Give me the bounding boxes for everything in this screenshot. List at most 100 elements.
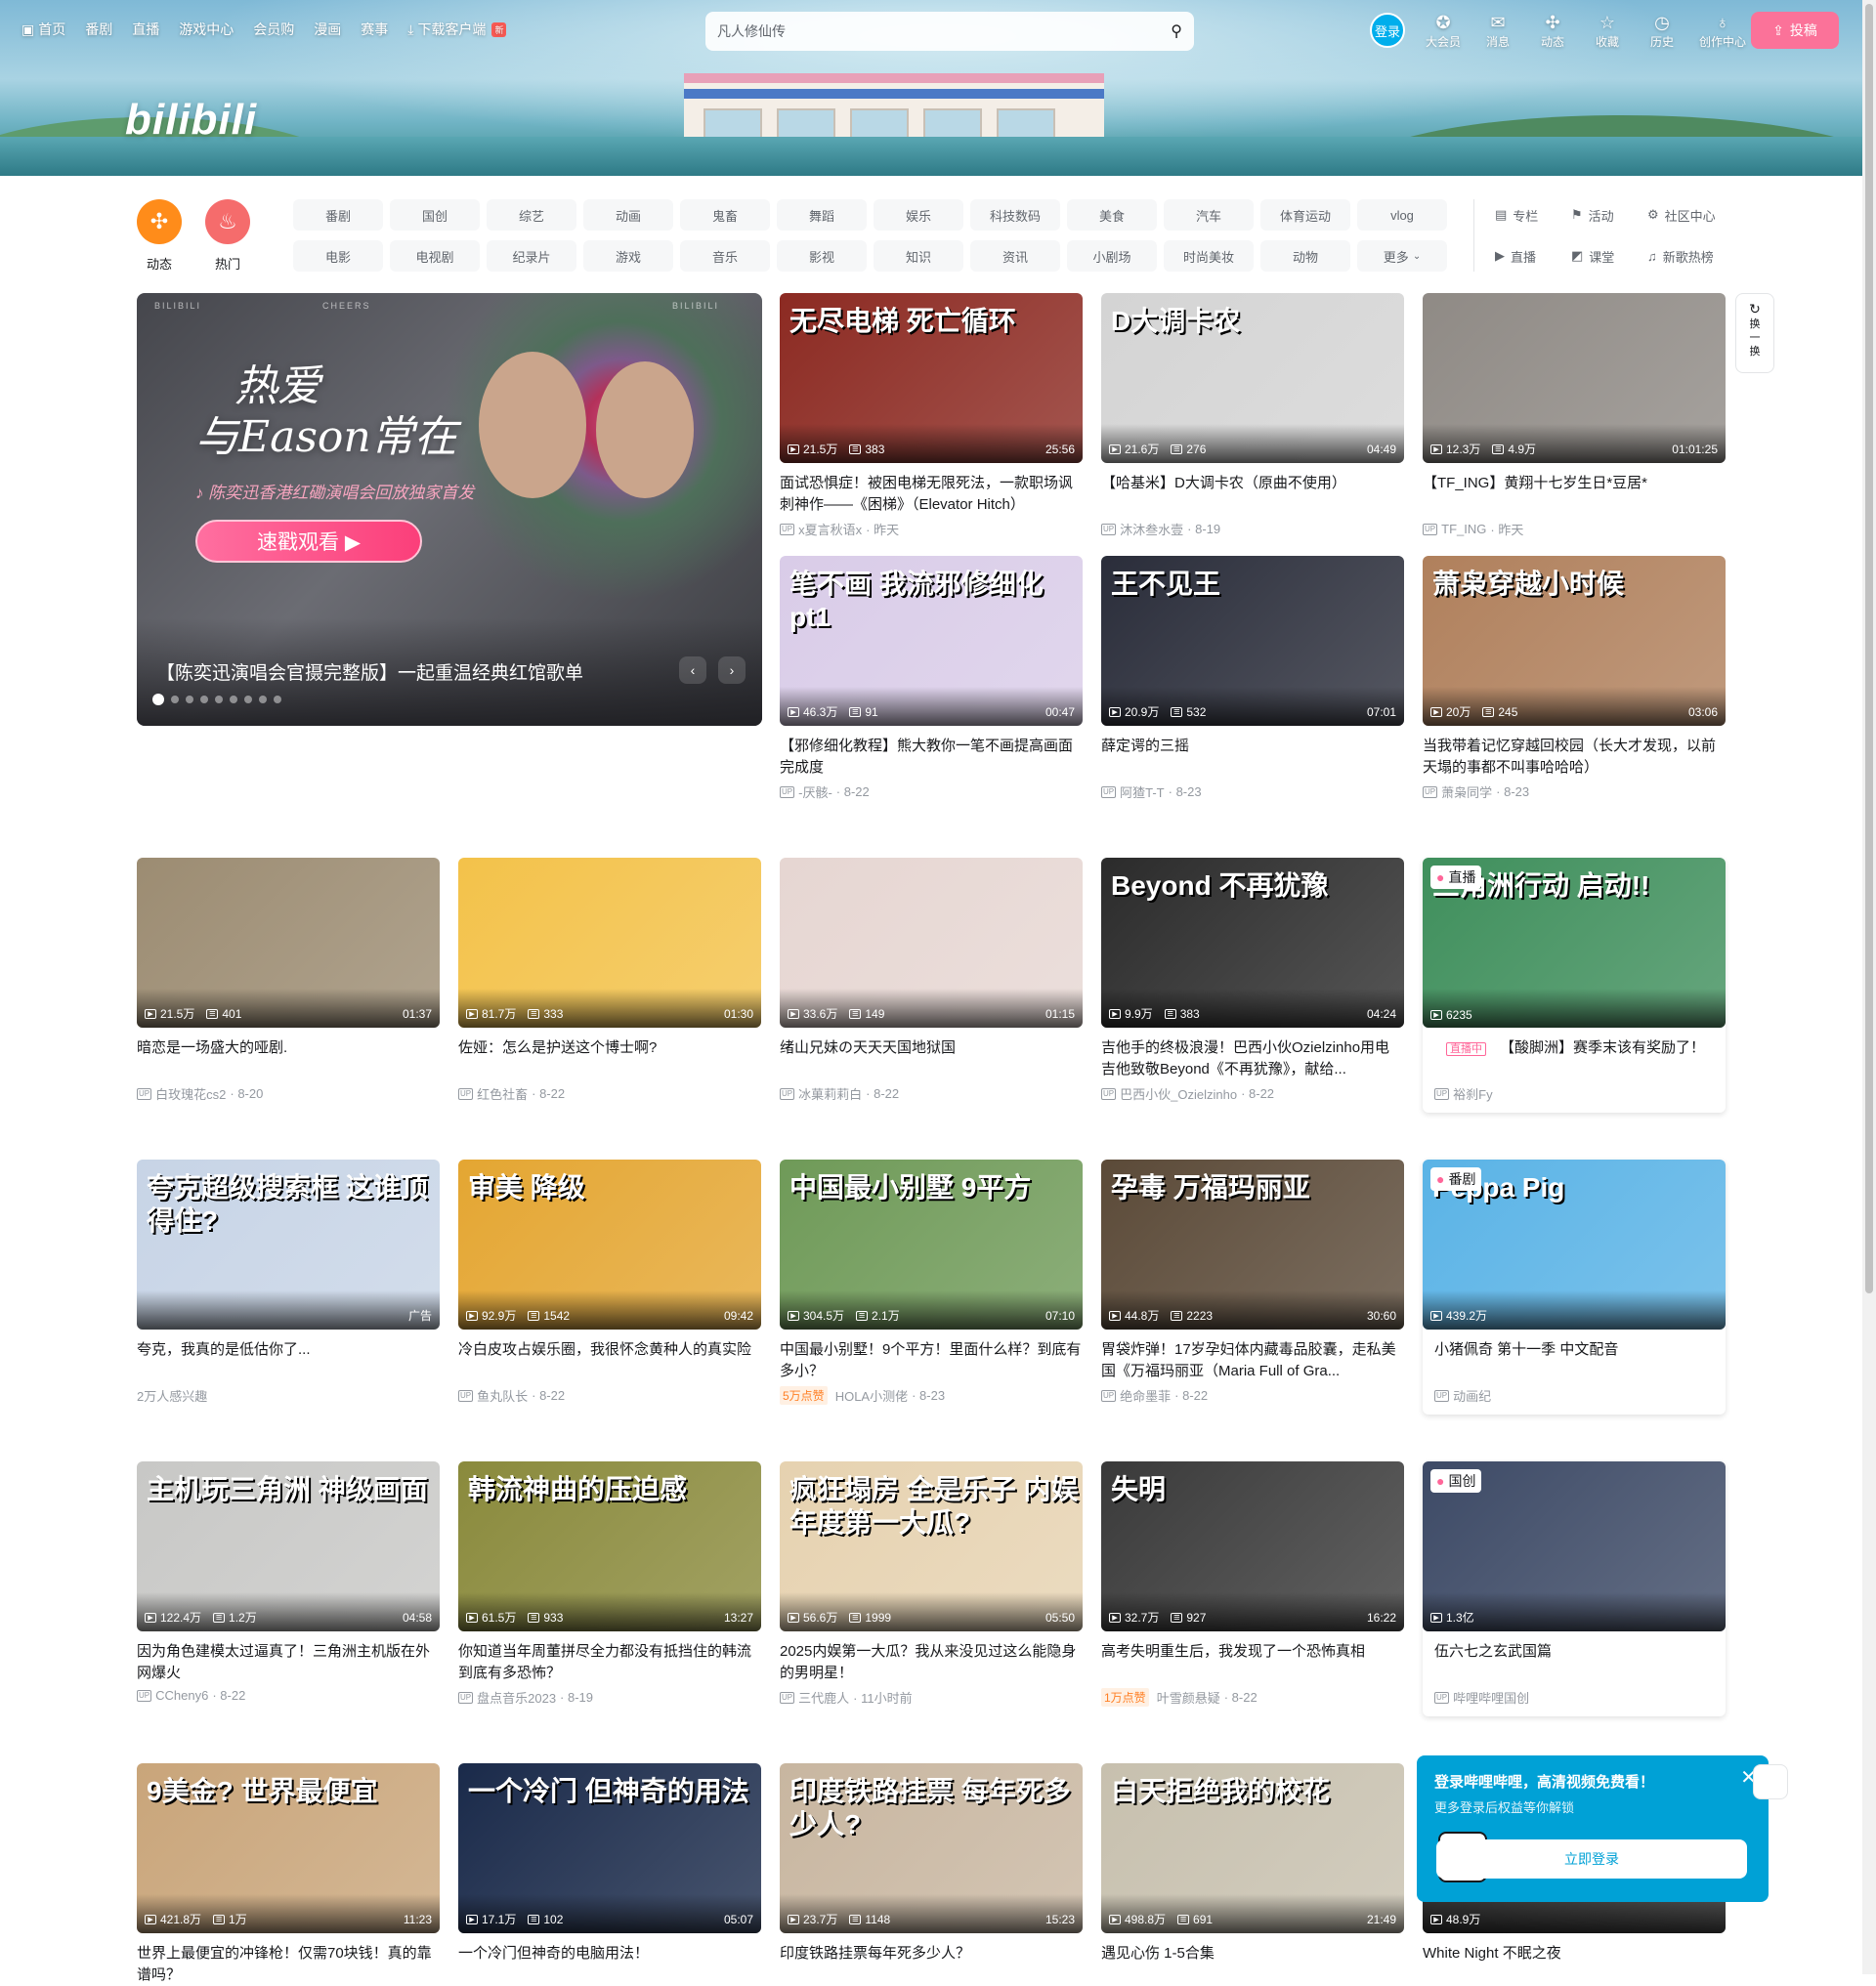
carousel-dot[interactable] (200, 696, 208, 703)
tag-tech[interactable]: 科技数码 (970, 199, 1060, 231)
uploader-name[interactable]: 萧枭同学 (1441, 782, 1492, 801)
carousel-dot[interactable] (152, 694, 164, 705)
tag-food[interactable]: 美食 (1067, 199, 1157, 231)
nav-download[interactable]: ⤓ 下载客户端新 (407, 20, 507, 39)
nav-vip[interactable]: ✪ 大会员 (1423, 12, 1464, 50)
video-card[interactable]: 疯狂塌房 全是乐子 内娱年度第一大瓜? ▸ 56.6万 ≡ 1999 05:50 2025内… (780, 1461, 1083, 1707)
video-title[interactable]: 吉他手的终极浪漫！巴西小伙Ozielzinho用电吉他致敬Beyond《不再犹豫… (1101, 1037, 1404, 1080)
popup-login-button[interactable]: 立即登录 (1436, 1839, 1747, 1879)
uploader-info[interactable]: 1万点赞 叶雪颜悬疑 · 8-22 (1101, 1688, 1404, 1707)
uploader-info[interactable]: UP 巴西小伙_Ozielzinho · 8-22 (1101, 1084, 1404, 1103)
tag-short-drama[interactable]: 小剧场 (1067, 240, 1157, 272)
search-input[interactable] (717, 23, 1172, 39)
uploader-name[interactable]: 白玫瑰花cs2 (155, 1084, 226, 1103)
video-title[interactable]: 印度铁路挂票每年死多少人？ (780, 1943, 1083, 1986)
tag-car[interactable]: 汽车 (1164, 199, 1254, 231)
uploader-name[interactable]: TF_ING (1441, 522, 1486, 536)
tag-movie[interactable]: 电影 (293, 240, 383, 272)
uploader-info[interactable]: UP 鱼丸队长 · 8-22 (458, 1386, 761, 1405)
video-title[interactable]: 绪山兄妹の天天天国地狱国 (780, 1037, 1083, 1080)
nav-esports[interactable]: 赛事 (361, 20, 388, 39)
nav-messages[interactable]: ✉ 消息 (1477, 12, 1518, 50)
nav-history[interactable]: ◷ 历史 (1642, 12, 1683, 50)
tag-variety[interactable]: 综艺 (487, 199, 576, 231)
video-title[interactable]: 直播中 【酸脚洲】赛季末该有奖励了！ (1423, 1037, 1726, 1080)
video-thumbnail[interactable]: ▸ 21.5万 ≡ 401 01:37 (137, 858, 440, 1028)
scrollbar[interactable] (1862, 0, 1876, 1974)
video-card[interactable]: 三角洲行动 启动!! ● 直播 ▸ 6235 直播中 【酸脚洲】赛季末该有奖励了！ UP 裕刹F… (1423, 858, 1726, 1113)
nav-live[interactable]: 直播 (132, 20, 159, 39)
video-card[interactable]: Peppa Pig ● 番剧 ▸ 439.2万 小猪佩奇 第十一季 中文配音 UP 动画纪 (1423, 1160, 1726, 1415)
tag-knowledge[interactable]: 知识 (874, 240, 963, 272)
nav-dynamics[interactable]: ✣ 动态 (1532, 12, 1573, 50)
link-classroom[interactable]: ◩ 课堂 (1571, 240, 1647, 272)
tag-vlog[interactable]: vlog (1357, 199, 1447, 231)
video-title[interactable]: 当我带着记忆穿越回校园（长大才发现，以前天塌的事都不叫事哈哈哈） (1423, 736, 1726, 779)
video-thumbnail[interactable]: 王不见王 ▸ 20.9万 ≡ 532 07:01 (1101, 556, 1404, 726)
uploader-name[interactable]: 绝命墨菲 (1120, 1386, 1171, 1405)
video-thumbnail[interactable]: 疯狂塌房 全是乐子 内娱年度第一大瓜? ▸ 56.6万 ≡ 1999 05:50 (780, 1461, 1083, 1631)
uploader-name[interactable]: -厌骸- (798, 782, 832, 801)
uploader-name[interactable]: 冰菓莉莉白 (798, 1084, 862, 1103)
video-thumbnail[interactable]: 9美金? 世界最便宜 ▸ 421.8万 ≡ 1万 11:23 (137, 1763, 440, 1933)
video-title[interactable]: 胃袋炸弹！17岁孕妇体内藏毒品胶囊，走私美国《万福玛丽亚（Maria Full … (1101, 1339, 1404, 1382)
nav-creator-center[interactable]: ♁ 创作中心 (1696, 12, 1749, 50)
uploader-name[interactable]: HOLA小测佬 (835, 1386, 908, 1405)
video-thumbnail[interactable]: ▸ 81.7万 ≡ 333 01:30 (458, 858, 761, 1028)
video-card[interactable]: 萧枭穿越小时候 ▸ 20万 ≡ 245 03:06 当我带着记忆穿越回校园（长大才发现，以前… (1423, 556, 1726, 801)
tag-film[interactable]: 影视 (777, 240, 867, 272)
uploader-name[interactable]: 沐沐叁水壹 (1120, 520, 1183, 538)
video-title[interactable]: 你知道当年周董拼尽全力都没有抵挡住的韩流到底有多恐怖？ (458, 1641, 761, 1684)
video-card[interactable]: 笔不画 我流邪修细化pt1 ▸ 46.3万 ≡ 91 00:47 【邪修细化教程】熊大教你一… (780, 556, 1083, 801)
link-live[interactable]: ▶ 直播 (1495, 240, 1571, 272)
video-title[interactable]: White Night 不眠之夜 (1423, 1943, 1726, 1986)
link-community[interactable]: ⚙ 社区中心 (1647, 199, 1724, 231)
uploader-info[interactable]: UP 白玫瑰花cs2 · 8-20 (137, 1084, 440, 1103)
video-thumbnail[interactable]: ▸ 12.3万 ≡ 4.9万 01:01:25 (1423, 293, 1726, 463)
tag-animals[interactable]: 动物 (1260, 240, 1350, 272)
video-thumbnail[interactable]: 印度铁路挂票 每年死多少人? ▸ 23.7万 ≡ 1148 15:23 (780, 1763, 1083, 1933)
uploader-info[interactable]: UP CCheny6 · 8-22 (137, 1688, 440, 1703)
video-card[interactable]: ▸ 81.7万 ≡ 333 01:30 佐娅：怎么是护送这个博士啊? UP 红色社畜 · 8-… (458, 858, 761, 1103)
video-card[interactable]: ▸ 12.3万 ≡ 4.9万 01:01:25 【TF_ING】黄翔十七岁生日*豆居* UP… (1423, 293, 1726, 538)
link-new-songs[interactable]: ♫ 新歌热榜 (1647, 240, 1724, 272)
tag-dance[interactable]: 舞蹈 (777, 199, 867, 231)
tag-game[interactable]: 游戏 (583, 240, 673, 272)
refresh-button[interactable]: ↻ 换一换 (1735, 293, 1774, 373)
uploader-info[interactable]: UP x夏言秋语x · 昨天 (780, 520, 1083, 538)
nav-anime[interactable]: 番剧 (85, 20, 112, 39)
video-thumbnail[interactable]: 一个冷门 但神奇的用法 ▸ 17.1万 ≡ 102 05:07 (458, 1763, 761, 1933)
search-icon[interactable]: ⚲ (1171, 21, 1182, 41)
video-title[interactable]: 【TF_ING】黄翔十七岁生日*豆居* (1423, 473, 1726, 516)
uploader-info[interactable]: UP 盘点音乐2023 · 8-19 (458, 1688, 761, 1707)
link-activity[interactable]: ⚑ 活动 (1571, 199, 1647, 231)
channel-hot[interactable]: ♨ 热门 (205, 199, 250, 273)
tag-bangumi[interactable]: 番剧 (293, 199, 383, 231)
video-title[interactable]: 小猪佩奇 第十一季 中文配音 (1423, 1339, 1726, 1382)
uploader-name[interactable]: CCheny6 (155, 1688, 208, 1703)
video-card[interactable]: D大调卡农 ▸ 21.6万 ≡ 276 04:49 【哈基米】D大调卡农（原曲不使用） UP 沐… (1101, 293, 1404, 538)
uploader-name[interactable]: 2万人感兴趣 (137, 1386, 207, 1405)
video-thumbnail[interactable]: 韩流神曲的压迫感 ▸ 61.5万 ≡ 933 13:27 (458, 1461, 761, 1631)
upload-button[interactable]: ⇪ 投稿 (1751, 12, 1839, 49)
uploader-name[interactable]: x夏言秋语x (798, 520, 862, 538)
video-thumbnail[interactable]: 无尽电梯 死亡循环 ▸ 21.5万 ≡ 383 25:56 (780, 293, 1083, 463)
carousel-dot[interactable] (259, 696, 267, 703)
video-card[interactable]: 韩流神曲的压迫感 ▸ 61.5万 ≡ 933 13:27 你知道当年周董拼尽全力都没有抵挡住… (458, 1461, 761, 1707)
video-thumbnail[interactable]: 孕毒 万福玛丽亚 ▸ 44.8万 ≡ 2223 30:60 (1101, 1160, 1404, 1330)
video-card[interactable]: 王不见王 ▸ 20.9万 ≡ 532 07:01 薛定谔的三摇 UP 阿猹T-T · 8-23 (1101, 556, 1404, 801)
video-card[interactable]: 9美金? 世界最便宜 ▸ 421.8万 ≡ 1万 11:23 世界上最便宜的冲锋枪！仅需70… (137, 1763, 440, 1986)
uploader-name[interactable]: 动画纪 (1453, 1386, 1491, 1405)
banner-watch-button[interactable]: 速戳观看 ▶ (195, 520, 422, 563)
link-column[interactable]: ▤ 专栏 (1495, 199, 1571, 231)
hero-carousel[interactable]: BILIBILI CHEERS BILIBILI 热爱 与Eason常在 ♪ 陈奕… (137, 293, 762, 726)
video-title[interactable]: 面试恐惧症！被困电梯无限死法，一款职场讽刺神作——《困梯》（Elevator H… (780, 473, 1083, 516)
video-card[interactable]: 失明 ▸ 32.7万 ≡ 927 16:22 高考失明重生后，我发现了一个恐怖真相 1万点赞叶… (1101, 1461, 1404, 1707)
tag-kichiku[interactable]: 鬼畜 (680, 199, 770, 231)
video-thumbnail[interactable]: 夸克超级搜索框 这谁顶得住? 广告 (137, 1160, 440, 1330)
tag-tv[interactable]: 电视剧 (390, 240, 480, 272)
uploader-info[interactable]: UP TF_ING · 昨天 (1423, 520, 1726, 538)
video-thumbnail[interactable]: ▸ 33.6万 ≡ 149 01:15 (780, 858, 1083, 1028)
banner-title[interactable]: 【陈奕迅演唱会官摄完整版】一起重温经典红馆歌单 (156, 658, 583, 685)
video-card[interactable]: 审美 降级 ▸ 92.9万 ≡ 1542 09:42 冷白皮攻占娱乐圈，我很怀念黄种人的真实… (458, 1160, 761, 1405)
